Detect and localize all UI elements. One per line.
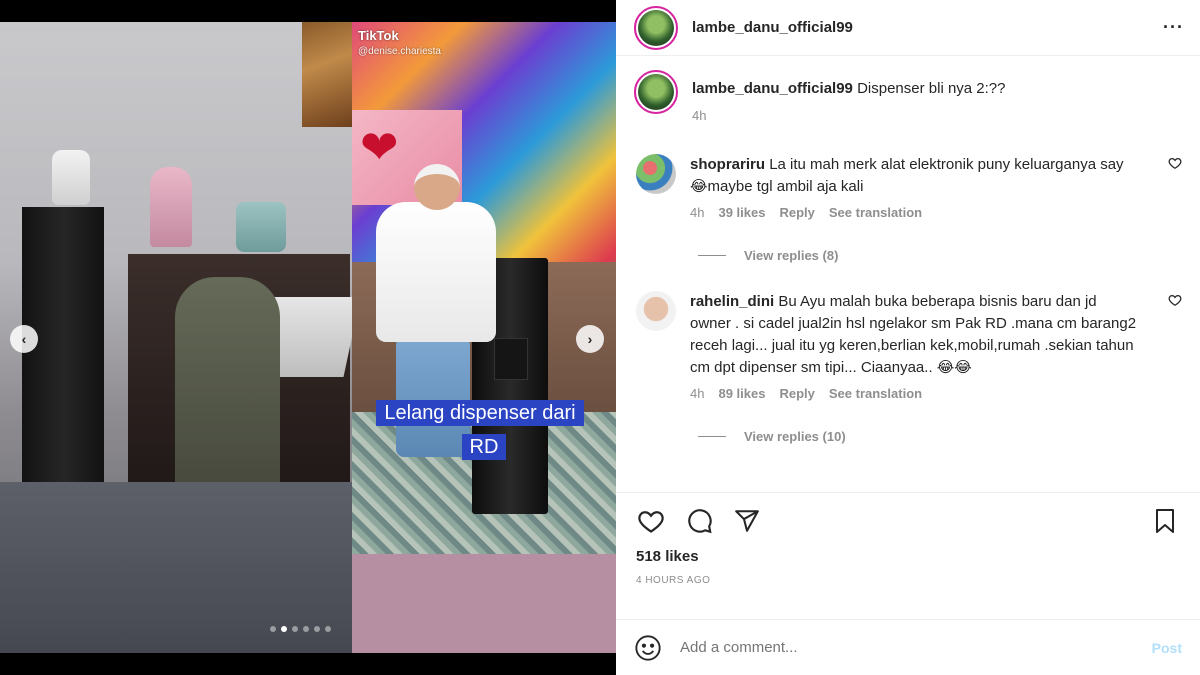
carousel-next-button[interactable]: › bbox=[576, 325, 604, 353]
carousel-dot-active bbox=[281, 626, 287, 632]
view-replies-button[interactable]: View replies (8) bbox=[698, 248, 1182, 263]
chevron-right-icon: › bbox=[587, 331, 593, 347]
heart-icon bbox=[1168, 157, 1182, 170]
comment-time: 4h bbox=[690, 205, 705, 220]
post-caption: lambe_danu_official99 Dispenser bli nya … bbox=[634, 70, 1182, 126]
save-button[interactable] bbox=[1148, 504, 1182, 538]
avatar[interactable] bbox=[636, 291, 676, 331]
likes-count[interactable]: 518 likes bbox=[616, 548, 1200, 565]
post-comment-button[interactable]: Post bbox=[1152, 640, 1182, 656]
carousel-dot bbox=[292, 626, 298, 632]
like-button[interactable] bbox=[634, 504, 668, 538]
view-replies-button[interactable]: View replies (10) bbox=[698, 429, 1182, 444]
comment-input[interactable] bbox=[680, 639, 1152, 656]
reply-button[interactable]: Reply bbox=[779, 383, 814, 405]
stand-mixer bbox=[150, 167, 192, 247]
more-options-icon[interactable]: ··· bbox=[1163, 17, 1184, 38]
avatar[interactable] bbox=[634, 5, 678, 50]
comment-icon bbox=[687, 509, 712, 534]
carousel-dot bbox=[303, 626, 309, 632]
comment-item: shoprariru La itu mah merk alat elektron… bbox=[634, 154, 1182, 224]
bookmark-icon bbox=[1156, 508, 1174, 533]
comment-item: rahelin_dini Bu Ayu malah buka beberapa … bbox=[634, 291, 1182, 405]
heart-icon bbox=[638, 510, 664, 533]
post-sidebar: lambe_danu_official99 ··· lambe_danu_off… bbox=[616, 0, 1200, 675]
comment-meta: 4h 89 likes Reply See translation bbox=[690, 383, 1140, 405]
tiktok-video-frame: ❤ TikTok @denise.chariesta Lelang dispen… bbox=[352, 22, 616, 554]
post-timestamp: 4 HOURS AGO bbox=[636, 575, 711, 586]
kettle bbox=[52, 150, 90, 205]
comments-section: lambe_danu_official99 Dispenser bli nya … bbox=[616, 56, 1200, 492]
video-caption: Lelang dispenser dari RD bbox=[364, 396, 604, 464]
emoji-icon[interactable] bbox=[634, 634, 662, 662]
media-carousel[interactable]: ❤ TikTok @denise.chariesta Lelang dispen… bbox=[0, 22, 616, 653]
share-icon bbox=[735, 509, 759, 532]
room-photo bbox=[0, 22, 361, 653]
caption-time: 4h bbox=[692, 108, 707, 123]
video-bottom-panel bbox=[352, 554, 616, 653]
caption-username[interactable]: lambe_danu_official99 bbox=[692, 80, 853, 97]
tiktok-handle: @denise.chariesta bbox=[358, 46, 441, 57]
carousel-dot bbox=[314, 626, 320, 632]
tiktok-logo: TikTok bbox=[358, 28, 399, 43]
header-username[interactable]: lambe_danu_official99 bbox=[692, 19, 1163, 36]
avatar[interactable] bbox=[634, 70, 678, 114]
video-caption-text: Lelang dispenser dari RD bbox=[376, 400, 584, 460]
see-translation-link[interactable]: See translation bbox=[829, 202, 922, 224]
see-translation-link[interactable]: See translation bbox=[829, 383, 922, 405]
comment-like-button[interactable] bbox=[1168, 293, 1182, 310]
carousel-dots bbox=[270, 626, 331, 632]
comment-username[interactable]: rahelin_dini bbox=[690, 293, 774, 310]
carousel-prev-button[interactable]: ‹ bbox=[10, 325, 38, 353]
action-bar bbox=[616, 492, 1200, 548]
post-media: ❤ TikTok @denise.chariesta Lelang dispen… bbox=[0, 0, 616, 675]
comment-likes[interactable]: 89 likes bbox=[718, 383, 765, 405]
wall-art bbox=[302, 22, 352, 127]
view-replies-label: View replies (8) bbox=[744, 248, 839, 263]
view-replies-label: View replies (10) bbox=[744, 429, 846, 444]
chevron-left-icon: ‹ bbox=[21, 331, 27, 347]
comment-meta: 4h 39 likes Reply See translation bbox=[690, 202, 1140, 224]
share-button[interactable] bbox=[730, 504, 764, 538]
avatar[interactable] bbox=[636, 154, 676, 194]
caption-text: Dispenser bli nya 2:?? bbox=[857, 80, 1006, 97]
comment-likes[interactable]: 39 likes bbox=[718, 202, 765, 224]
post-header: lambe_danu_official99 ··· bbox=[616, 0, 1200, 56]
carousel-dot bbox=[325, 626, 331, 632]
comment-time: 4h bbox=[690, 386, 705, 401]
comment-like-button[interactable] bbox=[1168, 156, 1182, 173]
heart-icon bbox=[1168, 294, 1182, 307]
reply-button[interactable]: Reply bbox=[779, 202, 814, 224]
comment-username[interactable]: shoprariru bbox=[690, 156, 765, 173]
toaster bbox=[236, 202, 286, 252]
add-comment-bar: Post bbox=[616, 619, 1200, 675]
heart-decoration: ❤ bbox=[360, 121, 399, 173]
carousel-dot bbox=[270, 626, 276, 632]
comment-button[interactable] bbox=[682, 504, 716, 538]
